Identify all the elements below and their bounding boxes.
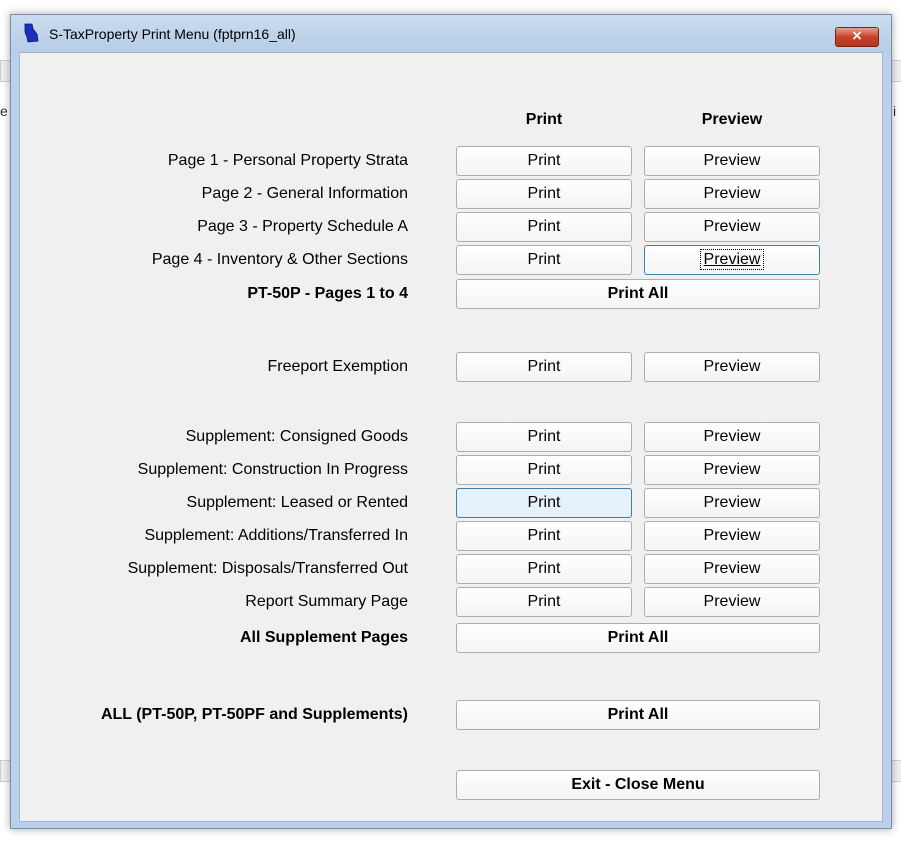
window-title: S-TaxProperty Print Menu (fptprn16_all): [49, 26, 296, 42]
preview-button-construction-in-progress[interactable]: Preview: [644, 455, 820, 485]
print-all-supplements-button[interactable]: Print All: [456, 623, 820, 653]
print-button-consigned-goods[interactable]: Print: [456, 422, 632, 452]
client-area: Print Preview Page 1 - Personal Property…: [19, 52, 883, 822]
print-button-construction-in-progress[interactable]: Print: [456, 455, 632, 485]
print-button-page-1[interactable]: Print: [456, 146, 632, 176]
preview-button-consigned-goods[interactable]: Preview: [644, 422, 820, 452]
row-label-page-3: Page 3 - Property Schedule A: [197, 218, 408, 235]
preview-button-report-summary[interactable]: Preview: [644, 587, 820, 617]
title-bar[interactable]: S-TaxProperty Print Menu (fptprn16_all) …: [11, 15, 891, 52]
print-button-additions-transferred-in[interactable]: Print: [456, 521, 632, 551]
print-button-page-4[interactable]: Print: [456, 245, 632, 275]
print-button-leased-or-rented[interactable]: Print: [456, 488, 632, 518]
row-label-construction-in-progress: Supplement: Construction In Progress: [137, 461, 408, 478]
print-button-freeport[interactable]: Print: [456, 352, 632, 382]
close-button[interactable]: ×: [835, 27, 879, 47]
row-label-page-1: Page 1 - Personal Property Strata: [167, 152, 408, 169]
row-label-disposals-transferred-out: Supplement: Disposals/Transferred Out: [127, 560, 408, 577]
row-label-leased-or-rented: Supplement: Leased or Rented: [186, 494, 408, 511]
background-text-left: e: [0, 103, 8, 119]
preview-button-page-4[interactable]: Preview: [644, 245, 820, 275]
row-label-report-summary: Report Summary Page: [245, 593, 408, 610]
row-label-freeport: Freeport Exemption: [267, 358, 408, 375]
row-label-additions-transferred-in: Supplement: Additions/Transferred In: [144, 527, 408, 544]
row-label-pt50p-all: PT-50P - Pages 1 to 4: [247, 285, 408, 302]
preview-button-freeport[interactable]: Preview: [644, 352, 820, 382]
state-map-icon: [24, 23, 39, 43]
preview-button-additions-transferred-in[interactable]: Preview: [644, 521, 820, 551]
print-button-page-3[interactable]: Print: [456, 212, 632, 242]
row-label-consigned-goods: Supplement: Consigned Goods: [185, 428, 408, 445]
close-icon: ×: [851, 28, 863, 44]
preview-button-leased-or-rented[interactable]: Preview: [644, 488, 820, 518]
print-column-header: Print: [525, 111, 563, 128]
preview-button-page-2[interactable]: Preview: [644, 179, 820, 209]
preview-button-page-3[interactable]: Preview: [644, 212, 820, 242]
print-menu-dialog: S-TaxProperty Print Menu (fptprn16_all) …: [10, 14, 892, 829]
print-button-disposals-transferred-out[interactable]: Print: [456, 554, 632, 584]
preview-column-header: Preview: [701, 111, 763, 128]
print-all-pt50p-button[interactable]: Print All: [456, 279, 820, 309]
print-button-page-2[interactable]: Print: [456, 179, 632, 209]
background-text-right: i: [893, 103, 897, 119]
exit-close-menu-button[interactable]: Exit - Close Menu: [456, 770, 820, 800]
row-label-all-forms: ALL (PT-50P, PT-50PF and Supplements): [100, 706, 408, 723]
preview-button-page-1[interactable]: Preview: [644, 146, 820, 176]
row-label-page-2: Page 2 - General Information: [201, 185, 408, 202]
preview-button-disposals-transferred-out[interactable]: Preview: [644, 554, 820, 584]
row-label-page-4: Page 4 - Inventory & Other Sections: [151, 251, 408, 268]
print-button-report-summary[interactable]: Print: [456, 587, 632, 617]
print-all-forms-button[interactable]: Print All: [456, 700, 820, 730]
row-label-all-supplements: All Supplement Pages: [239, 629, 408, 646]
